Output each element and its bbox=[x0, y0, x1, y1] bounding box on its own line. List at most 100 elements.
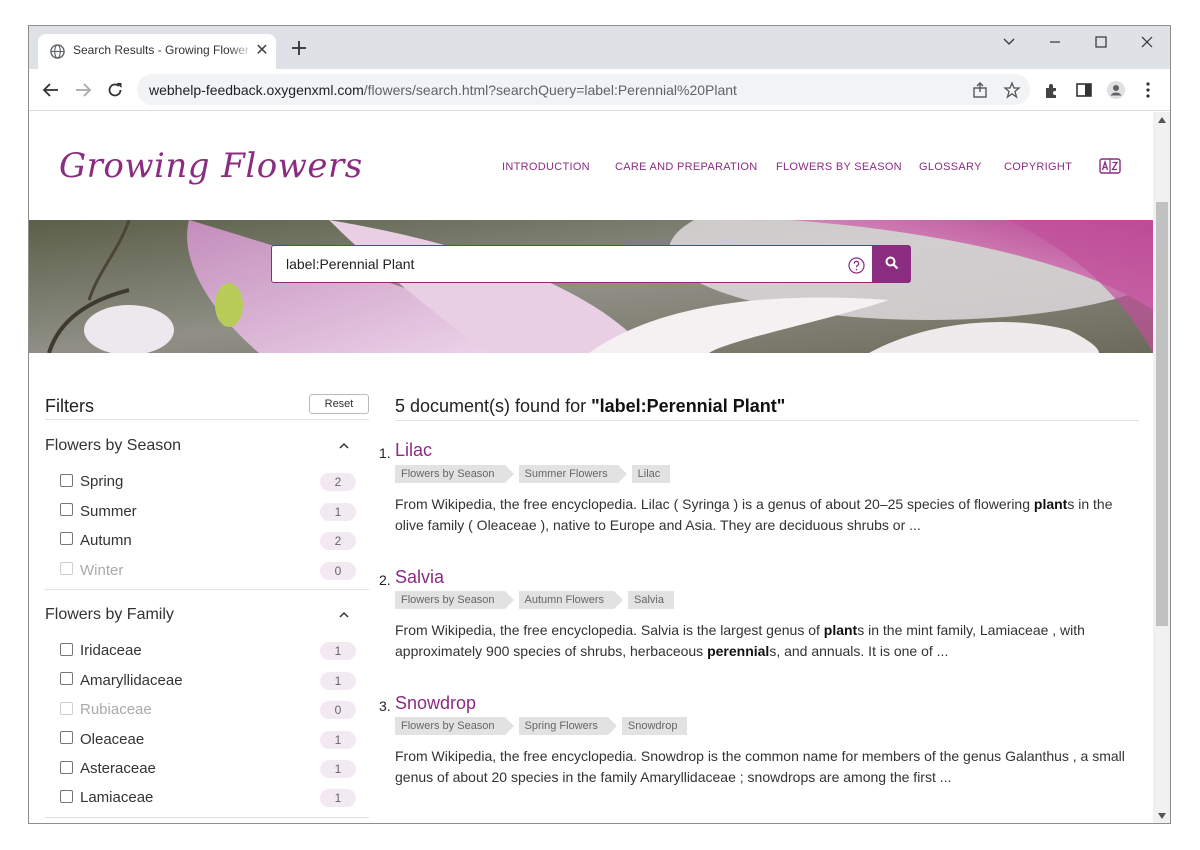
count-badge: 1 bbox=[320, 789, 356, 807]
option-label-summer[interactable]: Summer bbox=[80, 503, 137, 520]
forward-icon[interactable] bbox=[73, 80, 93, 100]
tab-title: Search Results - Growing Flower bbox=[73, 43, 253, 57]
tab-search-icon[interactable] bbox=[995, 32, 1023, 52]
index-az-icon[interactable] bbox=[1099, 158, 1121, 174]
scroll-up-icon[interactable] bbox=[1157, 116, 1167, 124]
checkbox-spring[interactable] bbox=[60, 474, 73, 487]
result-title-lilac[interactable]: Lilac bbox=[395, 440, 432, 461]
result-snippet: From Wikipedia, the free encyclopedia. S… bbox=[395, 620, 1145, 662]
breadcrumb-item[interactable]: Salvia bbox=[628, 591, 674, 609]
close-tab-icon[interactable]: ✕ bbox=[254, 43, 270, 59]
divider bbox=[45, 419, 369, 420]
nav-copyright[interactable]: COPYRIGHT bbox=[1004, 161, 1072, 173]
checkbox-summer[interactable] bbox=[60, 503, 73, 516]
magnolia-background-image bbox=[29, 220, 1153, 353]
breadcrumb-item[interactable]: Lilac bbox=[631, 465, 671, 483]
url-path: /flowers/search.html?searchQuery=label:P… bbox=[363, 82, 737, 98]
reset-filters-button[interactable]: Reset bbox=[309, 394, 369, 414]
page-scrollbar[interactable] bbox=[1153, 112, 1170, 823]
results-query-text: "label:Perennial Plant" bbox=[591, 396, 786, 416]
count-badge: 2 bbox=[320, 473, 356, 491]
page-content: Growing Flowers INTRODUCTION CARE AND PR… bbox=[29, 112, 1153, 823]
globe-icon bbox=[50, 44, 65, 59]
chevron-up-icon[interactable] bbox=[337, 441, 351, 451]
snippet-text: From Wikipedia, the free encyclopedia. L… bbox=[395, 496, 1034, 512]
snippet-highlight: perennial bbox=[707, 643, 770, 659]
search-icon bbox=[885, 256, 899, 270]
snippet-text: From Wikipedia, the free encyclopedia. S… bbox=[395, 748, 1125, 785]
option-label-oleaceae[interactable]: Oleaceae bbox=[80, 731, 144, 748]
option-label-iridaceae[interactable]: Iridaceae bbox=[80, 642, 142, 659]
filters-title: Filters bbox=[45, 396, 94, 416]
side-panel-icon[interactable] bbox=[1074, 80, 1094, 100]
nav-care-and-preparation[interactable]: CARE AND PREPARATION bbox=[615, 161, 758, 173]
divider bbox=[45, 589, 369, 590]
count-badge: 0 bbox=[320, 701, 356, 719]
profile-avatar-icon[interactable] bbox=[1106, 80, 1126, 100]
checkbox-winter bbox=[60, 562, 73, 575]
checkbox-oleaceae[interactable] bbox=[60, 731, 73, 744]
breadcrumb-item[interactable]: Spring Flowers bbox=[518, 717, 618, 735]
result-snippet: From Wikipedia, the free encyclopedia. S… bbox=[395, 746, 1145, 788]
count-badge: 1 bbox=[320, 503, 356, 521]
share-icon[interactable] bbox=[971, 81, 989, 99]
filter-group-title-season[interactable]: Flowers by Season bbox=[45, 437, 181, 455]
nav-flowers-by-season[interactable]: FLOWERS BY SEASON bbox=[776, 161, 902, 173]
result-number: 3. bbox=[379, 698, 391, 714]
scroll-down-icon[interactable] bbox=[1157, 812, 1167, 820]
breadcrumb: Flowers by Season Spring Flowers Snowdro… bbox=[395, 717, 691, 735]
nav-glossary[interactable]: GLOSSARY bbox=[919, 161, 982, 173]
result-snippet: From Wikipedia, the free encyclopedia. L… bbox=[395, 494, 1145, 536]
chevron-up-icon[interactable] bbox=[337, 610, 351, 620]
snippet-highlight: plant bbox=[823, 622, 858, 638]
option-label-asteraceae[interactable]: Asteraceae bbox=[80, 760, 156, 777]
minimize-icon[interactable] bbox=[1041, 32, 1069, 52]
option-label-amaryllidaceae[interactable]: Amaryllidaceae bbox=[80, 672, 183, 689]
checkbox-amaryllidaceae[interactable] bbox=[60, 672, 73, 685]
extensions-icon[interactable] bbox=[1042, 80, 1062, 100]
option-label-winter: Winter bbox=[80, 562, 124, 579]
menu-dots-icon[interactable] bbox=[1138, 80, 1158, 100]
breadcrumb: Flowers by Season Summer Flowers Lilac bbox=[395, 465, 674, 483]
bookmark-star-icon[interactable] bbox=[1003, 81, 1021, 99]
result-title-salvia[interactable]: Salvia bbox=[395, 567, 444, 588]
url-host: webhelp-feedback.oxygenxml.com bbox=[149, 82, 364, 98]
breadcrumb-item[interactable]: Summer Flowers bbox=[518, 465, 627, 483]
option-label-autumn[interactable]: Autumn bbox=[80, 532, 132, 549]
checkbox-autumn[interactable] bbox=[60, 532, 73, 545]
nav-introduction[interactable]: INTRODUCTION bbox=[502, 161, 590, 173]
count-badge: 1 bbox=[320, 642, 356, 660]
address-bar[interactable]: webhelp-feedback.oxygenxml.com/flowers/s… bbox=[137, 74, 1030, 105]
breadcrumb-item[interactable]: Snowdrop bbox=[621, 717, 688, 735]
breadcrumb-item[interactable]: Flowers by Season bbox=[395, 591, 514, 609]
result-title-snowdrop[interactable]: Snowdrop bbox=[395, 693, 476, 714]
option-label-spring[interactable]: Spring bbox=[80, 473, 123, 490]
breadcrumb-item[interactable]: Flowers by Season bbox=[395, 465, 514, 483]
maximize-icon[interactable] bbox=[1087, 32, 1115, 52]
url-text: webhelp-feedback.oxygenxml.com/flowers/s… bbox=[149, 82, 737, 98]
count-badge: 1 bbox=[320, 760, 356, 778]
option-label-rubiaceae: Rubiaceae bbox=[80, 701, 152, 718]
new-tab-icon[interactable] bbox=[291, 40, 307, 56]
back-icon[interactable] bbox=[41, 80, 61, 100]
filter-group-title-family[interactable]: Flowers by Family bbox=[45, 606, 174, 624]
search-input[interactable]: label:Perennial Plant bbox=[271, 245, 873, 283]
browser-tab[interactable]: Search Results - Growing Flower ✕ bbox=[38, 34, 276, 69]
count-badge: 0 bbox=[320, 562, 356, 580]
checkbox-lamiaceae[interactable] bbox=[60, 790, 73, 803]
site-logo[interactable]: Growing Flowers bbox=[59, 146, 363, 186]
checkbox-asteraceae[interactable] bbox=[60, 761, 73, 774]
count-badge: 1 bbox=[320, 731, 356, 749]
option-label-lamiaceae[interactable]: Lamiaceae bbox=[80, 789, 153, 806]
divider bbox=[395, 420, 1139, 421]
scroll-thumb[interactable] bbox=[1156, 202, 1168, 626]
breadcrumb-item[interactable]: Flowers by Season bbox=[395, 717, 514, 735]
breadcrumb-item[interactable]: Autumn Flowers bbox=[518, 591, 624, 609]
results-count-text: 5 document(s) found for bbox=[395, 396, 592, 416]
close-window-icon[interactable] bbox=[1133, 32, 1161, 52]
search-button[interactable] bbox=[872, 245, 911, 283]
reload-icon[interactable] bbox=[105, 80, 125, 100]
checkbox-rubiaceae bbox=[60, 702, 73, 715]
help-icon[interactable] bbox=[848, 257, 865, 274]
checkbox-iridaceae[interactable] bbox=[60, 643, 73, 656]
